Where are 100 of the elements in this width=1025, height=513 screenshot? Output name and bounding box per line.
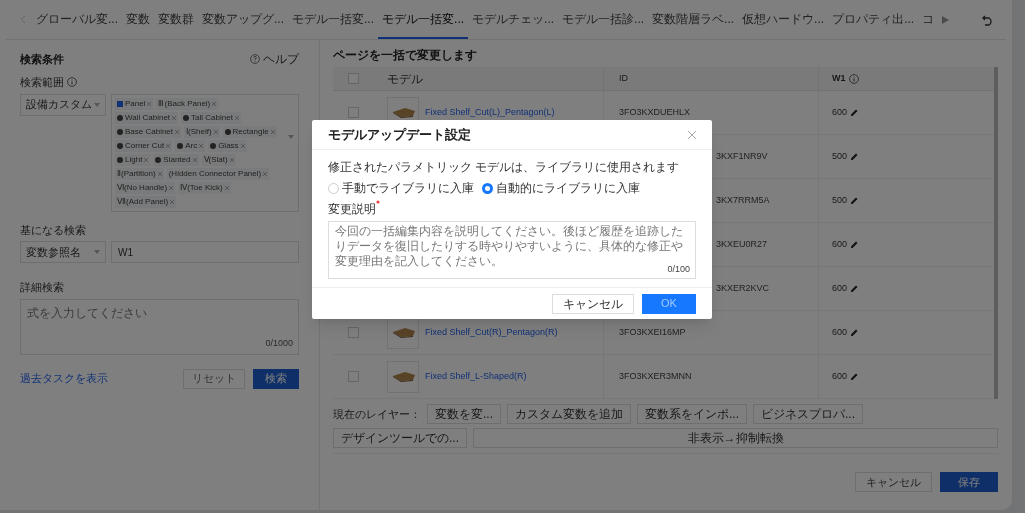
shelf-icon: [391, 371, 415, 382]
pencil-icon[interactable]: [850, 372, 860, 381]
close-icon[interactable]: [213, 129, 218, 134]
tag[interactable]: Slanted: [153, 153, 199, 166]
dot-icon: [117, 156, 123, 163]
section-title: ページを一括で変更します: [333, 47, 478, 64]
info-icon: [67, 77, 77, 88]
tab[interactable]: モデル一括診...: [558, 0, 649, 39]
table-cell-text: 500: [832, 149, 848, 163]
tag[interactable]: Panel: [115, 97, 154, 110]
search-button[interactable]: 検索: [253, 368, 299, 389]
tag[interactable]: Rectangle: [222, 125, 277, 138]
toolbar-button[interactable]: デザインツールでの...: [333, 428, 467, 448]
save-button[interactable]: 保存: [940, 472, 998, 492]
pencil-icon[interactable]: [850, 196, 860, 205]
checkbox[interactable]: [347, 73, 359, 84]
column-header: W1: [832, 71, 846, 85]
tag[interactable]: Wall Cabinet: [115, 111, 179, 124]
tab[interactable]: 仮想ハードウ...: [738, 0, 829, 39]
dot-icon: [117, 128, 123, 135]
close-icon[interactable]: [229, 157, 234, 162]
reset-button[interactable]: リセット: [183, 368, 245, 389]
dot-icon: [224, 128, 231, 135]
close-icon[interactable]: [234, 115, 239, 120]
tag[interactable]: Base Cabinet: [115, 125, 182, 138]
close-icon[interactable]: [240, 143, 245, 148]
radio-button[interactable]: [482, 182, 493, 194]
tag[interactable]: Ⅴ(Slat): [201, 153, 236, 166]
checkbox[interactable]: [347, 107, 359, 118]
close-icon[interactable]: [157, 171, 162, 176]
close-icon[interactable]: [170, 199, 175, 204]
pencil-icon[interactable]: [850, 152, 860, 161]
close-icon[interactable]: [263, 171, 268, 176]
tag[interactable]: Tall Cabinet: [181, 111, 241, 124]
history-link[interactable]: 過去タスクを表示: [20, 370, 108, 387]
close-icon[interactable]: [169, 185, 174, 190]
tab[interactable]: モデルチェッ...: [468, 0, 559, 39]
toolbar-button[interactable]: 変数を変...: [427, 404, 501, 424]
close-icon[interactable]: [224, 185, 229, 190]
undo-icon[interactable]: [982, 13, 994, 26]
checkbox[interactable]: [347, 327, 359, 338]
tag[interactable]: Light: [115, 153, 151, 166]
pencil-icon[interactable]: [850, 328, 860, 337]
close-icon[interactable]: [172, 115, 177, 120]
tag[interactable]: Corner Cut: [115, 139, 173, 152]
tag[interactable]: Arc: [175, 139, 206, 152]
tab[interactable]: 変数: [122, 0, 154, 39]
tab[interactable]: モデル一括変...: [288, 0, 379, 39]
close-icon[interactable]: [192, 157, 197, 162]
help-icon: [250, 54, 260, 64]
model-link[interactable]: Fixed Shelf_Cut(L)_Pentagon(L): [425, 105, 555, 120]
toolbar-button[interactable]: ビジネスプロパ...: [753, 404, 864, 424]
cancel-button[interactable]: キャンセル: [855, 472, 932, 492]
tab[interactable]: 変数階層ラベ...: [648, 0, 739, 39]
close-icon[interactable]: [199, 143, 204, 148]
tag[interactable]: Ⅵ(No Handle): [115, 181, 176, 194]
tab[interactable]: 変数群: [154, 0, 198, 39]
tab[interactable]: コ: [918, 0, 939, 39]
field-label: 基になる検索: [20, 222, 87, 238]
close-icon[interactable]: [212, 101, 217, 106]
toolbar-button[interactable]: 変数系をインポ...: [637, 404, 748, 424]
radio-option[interactable]: 手動でライブラリに入庫: [328, 179, 474, 197]
close-icon[interactable]: [688, 130, 696, 139]
close-icon[interactable]: [175, 129, 180, 134]
close-icon[interactable]: [270, 129, 275, 134]
tag[interactable]: (Hidden Connector Panel): [166, 167, 270, 180]
close-icon[interactable]: [166, 143, 171, 148]
help-link[interactable]: ヘルプ: [250, 50, 299, 68]
tag[interactable]: Ⅶ(Add Panel): [115, 195, 177, 208]
base-select[interactable]: 変数参照名: [20, 241, 106, 263]
input-field[interactable]: W1: [111, 241, 299, 263]
close-icon[interactable]: [144, 157, 149, 162]
table-cell-text: 500: [832, 193, 848, 207]
tag[interactable]: Ⅱ(Partition): [115, 167, 164, 180]
tag[interactable]: Ⅰ(Shelf): [184, 125, 220, 138]
tag-select[interactable]: Panel Ⅲ(Back Panel) Wall Cabinet Tall Cabinet Base Cabinet Ⅰ(Shelf) Rectangle Corner Cut Arc Glass Light Slanted Ⅴ(Slat) Ⅱ(Partition) (Hidden Connector Panel) Ⅵ(No Handle) Ⅳ(Toe Kick) Ⅶ(Add Panel): [111, 93, 299, 212]
toolbar-button[interactable]: 非表示→抑制転換: [473, 428, 998, 448]
pencil-icon[interactable]: [850, 108, 860, 117]
tag[interactable]: Glass: [208, 139, 247, 152]
tag[interactable]: Ⅲ(Back Panel): [156, 97, 219, 110]
pencil-icon[interactable]: [850, 240, 860, 249]
dot-icon: [117, 142, 123, 149]
tab[interactable]: プロパティ出...: [828, 0, 919, 39]
tab[interactable]: モデル一括変...: [378, 0, 469, 39]
close-icon[interactable]: [147, 101, 152, 106]
scroll-right-icon[interactable]: [942, 15, 950, 24]
field-label: 詳細検索: [20, 280, 65, 295]
scroll-left-icon[interactable]: [20, 15, 26, 24]
tag[interactable]: Ⅳ(Toe Kick): [178, 181, 231, 194]
pencil-icon[interactable]: [850, 284, 860, 293]
toolbar-button[interactable]: カスタム変数を追加: [507, 404, 631, 424]
tab[interactable]: 変数アップグ...: [198, 0, 289, 39]
ok-button[interactable]: OK: [642, 293, 696, 314]
cancel-button[interactable]: キャンセル: [552, 293, 634, 314]
tab[interactable]: グローバル変...: [32, 0, 122, 39]
model-link[interactable]: Fixed Shelf_Cut(R)_Pentagon(R): [425, 325, 558, 340]
checkbox[interactable]: [347, 371, 359, 382]
radio-button[interactable]: [328, 182, 339, 194]
scope-select[interactable]: 設備カスタム: [20, 93, 106, 116]
model-link[interactable]: Fixed Shelf_L-Shaped(R): [425, 369, 527, 384]
